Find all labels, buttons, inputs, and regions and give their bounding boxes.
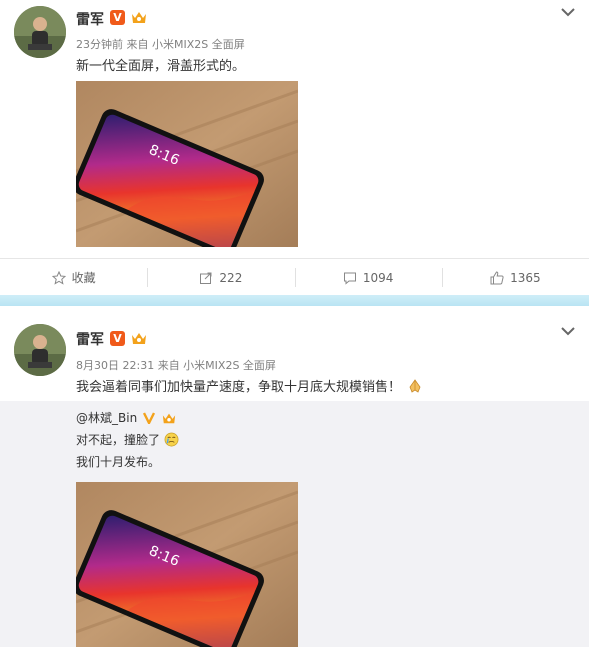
favorite-label: 收藏: [71, 271, 96, 285]
like-button[interactable]: 1365: [441, 259, 589, 296]
repost-text-1: 对不起，撞脸了: [76, 433, 161, 447]
repost-count: 222: [219, 270, 243, 285]
chevron-down-icon[interactable]: [561, 326, 575, 336]
comment-count: 1094: [362, 270, 394, 285]
like-icon: [490, 270, 504, 284]
share-icon: [200, 272, 212, 284]
crown-icon: [132, 333, 146, 344]
crown-icon: [161, 411, 177, 428]
repost-author[interactable]: @林斌_Bin: [76, 409, 177, 428]
crown-icon: [132, 12, 146, 23]
weibo-post: 雷军 V 23分钟前 来自 小米MIX2S 全面屏 新一代全面屏，滑盖形式的。 …: [0, 0, 589, 258]
post-text: 新一代全面屏，滑盖形式的。: [76, 59, 246, 74]
v-badge-icon: [142, 412, 156, 426]
repost-block: @林斌_Bin 对不起，撞脸了 我们十月发布。 8:16: [0, 401, 589, 647]
chevron-down-icon[interactable]: [561, 7, 575, 17]
favorite-button[interactable]: 收藏: [0, 259, 147, 296]
weibo-post: 雷军 V 8月30日 22:31 来自 小米MIX2S 全面屏 我会逼着同事们加…: [0, 306, 589, 647]
cry-emoji-icon: [164, 432, 179, 447]
v-badge-icon: V: [110, 331, 125, 346]
comment-button[interactable]: 1094: [294, 259, 442, 296]
post-text: 我会逼着同事们加快量产速度，争取十月底大规模销售！: [76, 376, 423, 395]
repost-username[interactable]: @林斌_Bin: [76, 411, 137, 425]
comment-icon: [343, 272, 356, 285]
repost-text-2: 我们十月发布。: [76, 455, 161, 469]
star-icon: [51, 270, 66, 285]
v-badge-icon: V: [110, 10, 125, 25]
post-text-content: 我会逼着同事们加快量产速度，争取十月底大规模销售！: [76, 380, 402, 395]
repost-button[interactable]: 222: [147, 259, 294, 296]
author-name[interactable]: 雷军: [76, 9, 104, 29]
post-meta: 23分钟前 来自 小米MIX2S 全面屏: [76, 38, 245, 51]
avatar[interactable]: [14, 324, 66, 376]
feed-separator: [0, 295, 589, 306]
repost-text-line: 对不起，撞脸了: [76, 431, 179, 448]
post-meta: 8月30日 22:31 来自 小米MIX2S 全面屏: [76, 359, 276, 372]
like-count: 1365: [510, 270, 541, 285]
pray-emoji-icon: [409, 379, 421, 393]
post-image[interactable]: 8:16: [76, 81, 298, 247]
author-name[interactable]: 雷军: [76, 329, 104, 349]
repost-image[interactable]: 8:16: [76, 482, 298, 647]
post-action-bar: 收藏 222 1094 1365: [0, 258, 589, 296]
avatar[interactable]: [14, 6, 66, 58]
